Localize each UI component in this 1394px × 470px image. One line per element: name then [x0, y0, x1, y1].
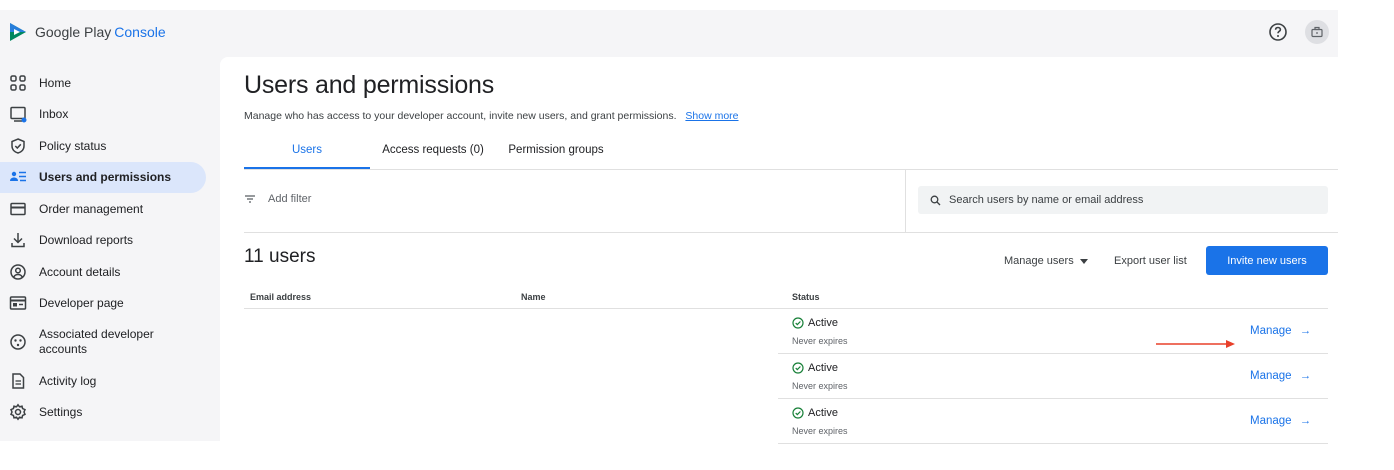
main-content: Users and permissions Manage who has acc…	[220, 57, 1338, 444]
sidebar-item-label: Associated developer accounts	[39, 327, 154, 356]
download-icon	[11, 233, 25, 248]
manage-users-dropdown[interactable]: Manage users	[1004, 255, 1088, 267]
sidebar-item-developer-page[interactable]: Developer page	[0, 288, 215, 320]
page-title: Users and permissions	[244, 71, 495, 99]
tab-permission-groups[interactable]: Permission groups	[504, 143, 608, 169]
table-header: Email address Name Status	[244, 285, 1328, 309]
arrow-right-icon: →	[1299, 370, 1312, 382]
add-filter-button[interactable]: Add filter	[244, 193, 311, 205]
filter-divider	[905, 169, 906, 232]
status-text: Active	[808, 407, 838, 419]
sidebar-item-home[interactable]: Home	[0, 67, 215, 99]
description-text: Manage who has access to your developer …	[244, 110, 677, 122]
sidebar-item-policy-status[interactable]: Policy status	[0, 130, 215, 162]
manage-users-label: Manage users	[1004, 255, 1074, 267]
gear-icon	[10, 403, 26, 421]
caret-down-icon	[1079, 258, 1088, 264]
column-header-email[interactable]: Email address	[250, 292, 311, 302]
status-cell: Active	[792, 317, 838, 329]
search-icon	[930, 195, 941, 205]
annotation-arrow-icon	[1156, 340, 1235, 348]
linked-accounts-icon	[10, 334, 26, 350]
add-filter-label: Add filter	[268, 193, 312, 205]
manage-label: Manage	[1250, 325, 1292, 337]
table-row: Active Never expires Manage →	[778, 309, 1328, 354]
user-search-box[interactable]	[918, 186, 1328, 214]
tab-bar: Users Access requests (0) Permission gro…	[244, 143, 1338, 170]
filter-icon	[245, 195, 255, 203]
expiry-text: Never expires	[792, 381, 848, 391]
sidebar-item-inbox[interactable]: Inbox	[0, 99, 215, 131]
users-list-icon	[10, 172, 26, 182]
status-text: Active	[808, 362, 838, 374]
brand-name: Google Play Console	[35, 24, 166, 40]
sidebar-item-label: Users and permissions	[39, 170, 172, 185]
manage-user-link[interactable]: Manage →	[1250, 325, 1311, 337]
tab-access-requests[interactable]: Access requests (0)	[375, 143, 491, 169]
column-header-status[interactable]: Status	[792, 292, 820, 302]
expiry-text: Never expires	[792, 426, 848, 436]
top-bar: Google Play Console	[0, 10, 1338, 57]
manage-user-link[interactable]: Manage →	[1250, 370, 1311, 382]
card-icon	[10, 202, 26, 215]
check-circle-icon	[792, 317, 804, 329]
account-circle-icon	[10, 264, 26, 280]
sidebar-item-order-management[interactable]: Order management	[0, 193, 215, 225]
arrow-right-icon: →	[1299, 415, 1312, 427]
table-row: Active Never expires Manage →	[778, 354, 1328, 399]
play-logo-icon	[10, 23, 26, 41]
sidebar-item-label: Home	[39, 75, 72, 90]
sidebar-item-label: Developer page	[39, 296, 124, 311]
tab-users[interactable]: Users	[244, 143, 370, 169]
status-cell: Active	[792, 362, 838, 374]
sidebar-item-associated-developer-accounts[interactable]: Associated developer accounts	[0, 319, 215, 365]
web-page-icon	[9, 296, 27, 310]
sidebar-item-account-details[interactable]: Account details	[0, 256, 215, 288]
sidebar-item-label: Account details	[39, 264, 121, 279]
manage-label: Manage	[1250, 415, 1292, 427]
manage-label: Manage	[1250, 370, 1292, 382]
user-count: 11 users	[244, 246, 316, 267]
sidebar-item-download-reports[interactable]: Download reports	[0, 225, 215, 257]
home-grid-icon	[10, 75, 26, 91]
document-icon	[12, 373, 25, 389]
sidebar-item-label: Inbox	[39, 107, 69, 122]
google-play-console-logo[interactable]: Google Play Console	[9, 22, 166, 42]
manage-user-link[interactable]: Manage →	[1250, 415, 1311, 427]
sidebar-nav: Home Inbox Policy status Users and permi…	[0, 67, 215, 428]
inbox-icon	[10, 107, 27, 123]
check-circle-icon	[792, 362, 804, 374]
search-input[interactable]	[947, 193, 1321, 207]
sidebar-item-label: Settings	[39, 405, 83, 420]
briefcase-icon	[1311, 26, 1323, 38]
help-icon[interactable]	[1268, 22, 1288, 42]
sidebar-item-label: Activity log	[39, 373, 97, 388]
table-row: Active Never expires Manage →	[778, 399, 1328, 444]
sidebar-item-label: Download reports	[39, 233, 134, 248]
filter-bar: Add filter	[244, 169, 1338, 233]
arrow-right-icon: →	[1299, 325, 1312, 337]
page-description: Manage who has access to your developer …	[244, 110, 739, 122]
app-frame: Google Play Console Home Inbox Policy sta…	[0, 10, 1338, 444]
invite-new-users-button[interactable]: Invite new users	[1206, 246, 1328, 275]
status-text: Active	[808, 317, 838, 329]
check-circle-icon	[792, 407, 804, 419]
expiry-text: Never expires	[792, 336, 848, 346]
show-more-link[interactable]: Show more	[685, 110, 738, 122]
sidebar-item-label: Order management	[39, 201, 144, 216]
account-avatar[interactable]	[1305, 20, 1329, 44]
sidebar-item-users-and-permissions[interactable]: Users and permissions	[0, 161, 206, 193]
shield-check-icon	[11, 137, 25, 154]
export-user-list-button[interactable]: Export user list	[1114, 255, 1187, 267]
status-cell: Active	[792, 407, 838, 419]
sidebar-item-settings[interactable]: Settings	[0, 397, 215, 429]
column-header-name[interactable]: Name	[521, 292, 546, 302]
sidebar-item-activity-log[interactable]: Activity log	[0, 365, 215, 397]
sidebar-item-label: Policy status	[39, 138, 107, 153]
